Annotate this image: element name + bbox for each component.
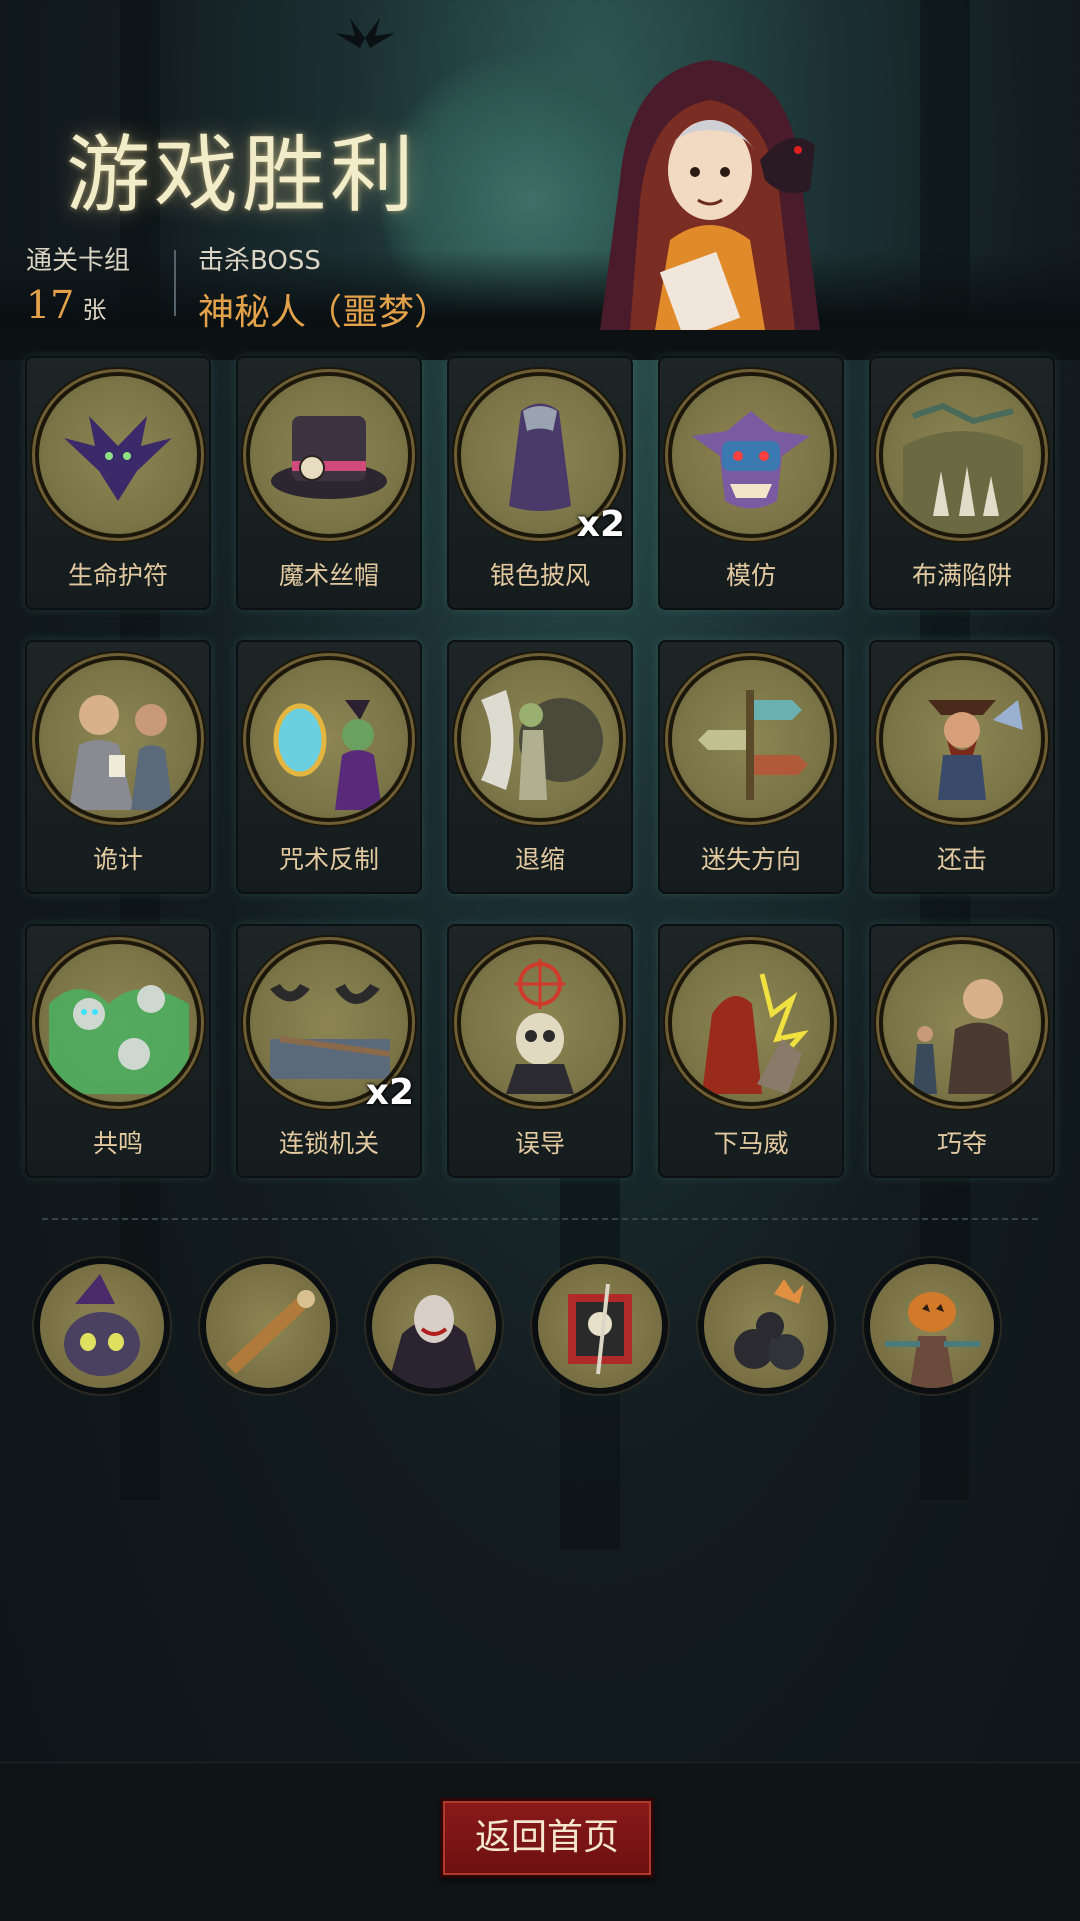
card-token — [883, 376, 1041, 534]
card-name: 退缩 — [514, 845, 565, 874]
strike-icon — [702, 973, 809, 1094]
card-item[interactable]: 魔术丝帽 — [236, 356, 422, 610]
boss-stat: 击杀BOSS 神秘人（噩梦） — [198, 240, 450, 335]
pirate-icon — [928, 700, 1023, 800]
card-item[interactable]: 退缩 — [447, 640, 633, 894]
card-token — [250, 376, 408, 534]
spike-trap-icon — [903, 402, 1023, 534]
relic-item[interactable] — [40, 1264, 164, 1388]
card-item[interactable]: 生命护符 — [25, 356, 211, 610]
card-item[interactable]: x2 连锁机关 — [236, 924, 422, 1178]
card-token — [39, 660, 197, 818]
deck-stat: 通关卡组 17 张 — [26, 240, 130, 327]
hooded-heroine-illustration — [600, 60, 820, 330]
stat-divider — [174, 250, 176, 316]
return-home-button[interactable]: 返回首页 — [440, 1798, 654, 1878]
card-name: 模仿 — [725, 561, 776, 590]
page-title: 游戏胜利 — [66, 126, 419, 224]
bat-silhouette-icon — [335, 18, 395, 48]
card-token — [250, 660, 408, 818]
card-token — [39, 944, 197, 1102]
card-token — [461, 944, 619, 1102]
card-name: 魔术丝帽 — [278, 561, 379, 590]
card-item[interactable]: 还击 — [869, 640, 1055, 894]
card-item[interactable]: 巧夺 — [869, 924, 1055, 1178]
card-name: 生命护符 — [67, 561, 168, 590]
boss-name: 神秘人（噩梦） — [198, 292, 451, 333]
card-token — [461, 660, 619, 818]
card-item[interactable]: 共鸣 — [25, 924, 211, 1178]
card-name: 下马威 — [713, 1129, 789, 1158]
deck-value: 17 张 — [26, 283, 130, 327]
card-players-icon — [69, 695, 173, 810]
card-name: 连锁机关 — [278, 1129, 379, 1158]
card-name: 还击 — [936, 845, 987, 874]
card-item[interactable]: 下马威 — [658, 924, 844, 1178]
card-name: 诡计 — [92, 845, 143, 874]
card-name: 误导 — [514, 1129, 565, 1158]
bat-icon — [64, 416, 172, 501]
card-token — [39, 376, 197, 534]
spyglass-icon — [226, 1290, 315, 1374]
card-token — [672, 660, 830, 818]
card-item[interactable]: 诡计 — [25, 640, 211, 894]
card-name: 银色披风 — [489, 561, 590, 590]
deck-unit: 张 — [82, 296, 107, 324]
skulls-icon — [49, 985, 189, 1094]
goblin-mask-icon — [692, 411, 810, 509]
retreat-icon — [481, 690, 603, 800]
card-item[interactable]: 咒术反制 — [236, 640, 422, 894]
witch-mirror-icon — [273, 700, 382, 810]
card-item[interactable]: 模仿 — [658, 356, 844, 610]
relic-item[interactable] — [206, 1264, 330, 1388]
witch-cat-icon — [64, 1274, 140, 1376]
card-name: 布满陷阱 — [911, 561, 1012, 590]
top-hat-icon — [271, 416, 387, 499]
section-divider — [42, 1218, 1038, 1220]
card-count-badge: x2 — [365, 1072, 414, 1113]
card-item[interactable]: 误导 — [447, 924, 633, 1178]
target-skull-icon — [506, 959, 574, 1094]
deck-count: 17 — [26, 283, 75, 327]
relic-item[interactable] — [372, 1264, 496, 1388]
card-count-badge: x2 — [576, 504, 625, 545]
relic-item[interactable] — [538, 1264, 662, 1388]
pumpkin-scarecrow-icon — [885, 1292, 980, 1388]
card-name: 咒术反制 — [278, 845, 379, 874]
card-name: 共鸣 — [92, 1129, 143, 1158]
boss-label: 击杀BOSS — [198, 246, 321, 276]
relic-item[interactable] — [704, 1264, 828, 1388]
card-token — [672, 376, 830, 534]
pirate-flag-icon — [568, 1283, 632, 1375]
relic-item[interactable] — [870, 1264, 994, 1388]
deck-label: 通关卡组 — [26, 246, 131, 276]
card-item[interactable]: 迷失方向 — [658, 640, 844, 894]
card-token — [883, 660, 1041, 818]
card-name: 迷失方向 — [700, 845, 801, 874]
vampire-icon — [387, 1295, 481, 1388]
card-token — [883, 944, 1041, 1102]
bombs-icon — [734, 1279, 804, 1370]
card-item[interactable]: 布满陷阱 — [869, 356, 1055, 610]
card-token — [672, 944, 830, 1102]
card-name: 巧夺 — [936, 1129, 987, 1158]
signpost-icon — [698, 690, 808, 800]
header-ground — [0, 250, 1080, 360]
thief-icon — [913, 979, 1013, 1094]
card-item[interactable]: x2 银色披风 — [447, 356, 633, 610]
